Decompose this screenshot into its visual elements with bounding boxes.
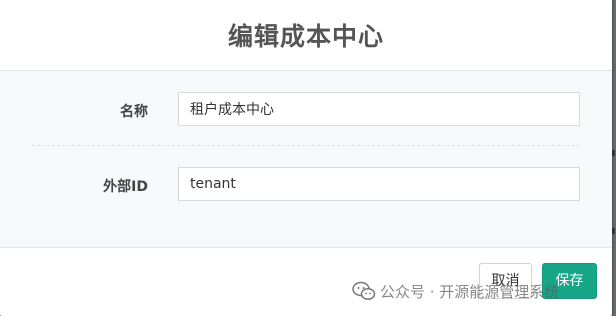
form-divider <box>32 145 580 146</box>
external-id-label: 外部ID <box>103 179 148 195</box>
name-input[interactable] <box>178 92 580 126</box>
external-id-form-row: 外部ID <box>0 167 612 203</box>
external-id-input[interactable] <box>178 167 580 201</box>
dialog-title: 编辑成本中心 <box>227 22 384 51</box>
cancel-button[interactable]: 取消 <box>479 263 532 299</box>
save-button[interactable]: 保存 <box>542 263 597 299</box>
edit-cost-center-dialog: 编辑成本中心 名称 外部ID 取消 保存 <box>0 0 612 316</box>
name-label: 名称 <box>120 104 148 120</box>
dialog-header: 编辑成本中心 <box>0 0 612 71</box>
dialog-footer: 取消 保存 <box>0 247 612 316</box>
name-form-row: 名称 <box>0 92 612 128</box>
dialog-body: 名称 外部ID <box>0 71 612 248</box>
